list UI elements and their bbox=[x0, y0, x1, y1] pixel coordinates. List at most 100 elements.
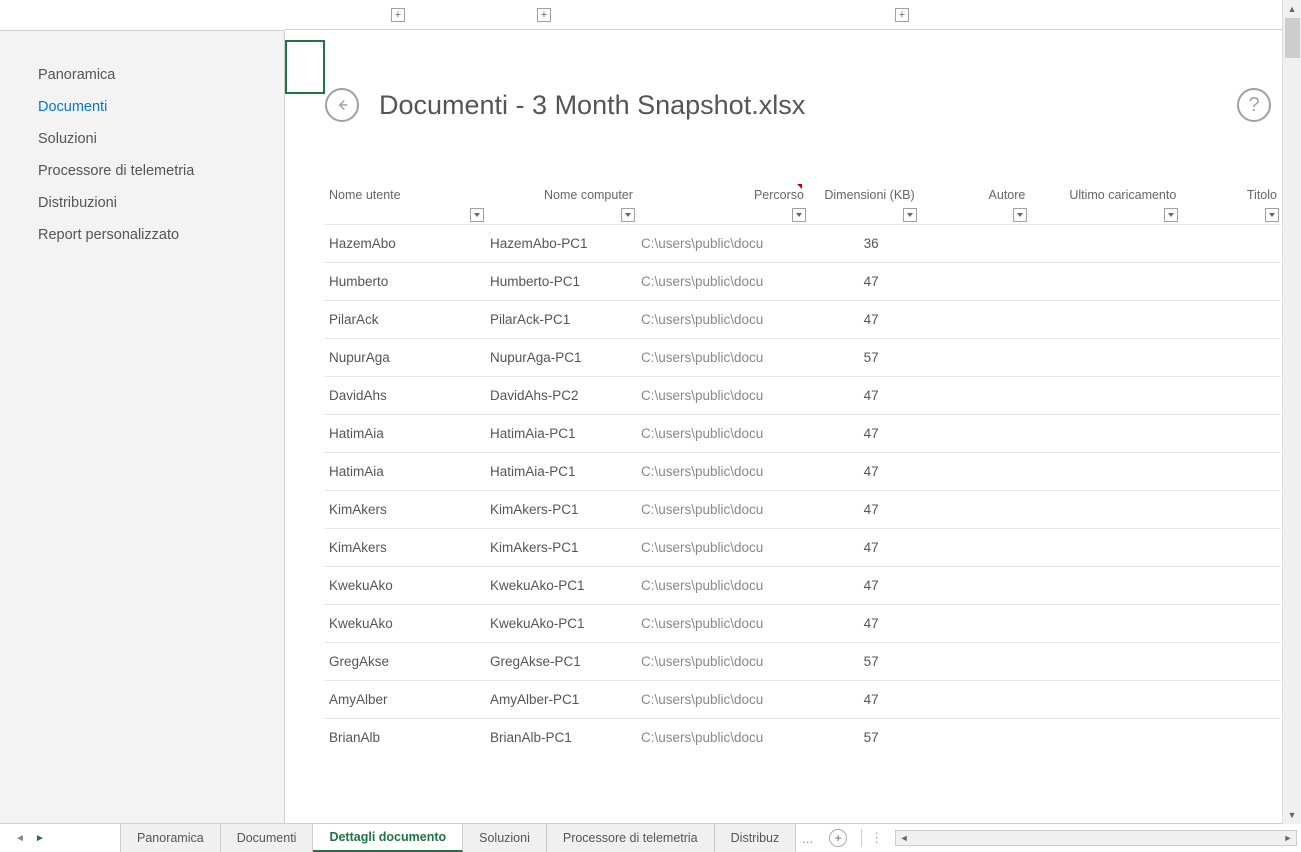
cell[interactable] bbox=[919, 681, 1030, 719]
cell[interactable]: HatimAia-PC1 bbox=[486, 453, 637, 491]
table-row[interactable]: KwekuAkoKwekuAko-PC1C:\users\public\docu… bbox=[325, 567, 1281, 605]
cell[interactable] bbox=[919, 719, 1030, 757]
cell[interactable]: AmyAlber bbox=[325, 681, 486, 719]
cell[interactable] bbox=[1180, 301, 1281, 339]
cell[interactable]: C:\users\public\docu bbox=[637, 453, 808, 491]
cell[interactable] bbox=[919, 605, 1030, 643]
cell[interactable] bbox=[1029, 301, 1180, 339]
cell[interactable]: 47 bbox=[808, 567, 919, 605]
cell[interactable]: PilarAck bbox=[325, 301, 486, 339]
filter-dropdown-icon[interactable] bbox=[903, 208, 917, 222]
cell[interactable] bbox=[919, 415, 1030, 453]
cell[interactable] bbox=[1180, 339, 1281, 377]
cell[interactable]: KimAkers-PC1 bbox=[486, 491, 637, 529]
cell[interactable] bbox=[1180, 681, 1281, 719]
table-row[interactable]: GregAkseGregAkse-PC1C:\users\public\docu… bbox=[325, 643, 1281, 681]
cell[interactable]: 57 bbox=[808, 339, 919, 377]
column-header-6[interactable]: Titolo bbox=[1180, 182, 1281, 225]
cell[interactable] bbox=[1180, 377, 1281, 415]
sidebar-item-0[interactable]: Panoramica bbox=[0, 59, 284, 91]
horizontal-scrollbar[interactable]: ◄ ► bbox=[895, 830, 1297, 846]
cell[interactable] bbox=[1029, 453, 1180, 491]
filter-dropdown-icon[interactable] bbox=[792, 208, 806, 222]
cell[interactable] bbox=[1029, 529, 1180, 567]
cell[interactable] bbox=[1180, 225, 1281, 263]
cell[interactable] bbox=[1029, 567, 1180, 605]
cell[interactable]: HatimAia bbox=[325, 415, 486, 453]
cell[interactable]: C:\users\public\docu bbox=[637, 529, 808, 567]
cell[interactable]: C:\users\public\docu bbox=[637, 263, 808, 301]
hscroll-right-button[interactable]: ► bbox=[1280, 831, 1296, 845]
sidebar-item-2[interactable]: Soluzioni bbox=[0, 123, 284, 155]
cell[interactable]: 47 bbox=[808, 453, 919, 491]
cell[interactable] bbox=[919, 453, 1030, 491]
cell[interactable]: HazemAbo-PC1 bbox=[486, 225, 637, 263]
sheet-tab-4[interactable]: Processore di telemetria bbox=[547, 824, 715, 852]
table-row[interactable]: HumbertoHumberto-PC1C:\users\public\docu… bbox=[325, 263, 1281, 301]
help-button[interactable]: ? bbox=[1237, 88, 1271, 122]
cell[interactable] bbox=[919, 263, 1030, 301]
tab-nav-prev[interactable]: ◄ bbox=[10, 824, 30, 852]
column-header-3[interactable]: Dimensioni (KB) bbox=[808, 182, 919, 225]
sheet-tab-2[interactable]: Dettagli documento bbox=[313, 824, 463, 852]
cell[interactable]: BrianAlb bbox=[325, 719, 486, 757]
vertical-scrollbar[interactable]: ▲ ▼ bbox=[1282, 0, 1301, 824]
cell[interactable] bbox=[919, 301, 1030, 339]
cell[interactable]: Humberto-PC1 bbox=[486, 263, 637, 301]
cell[interactable]: 47 bbox=[808, 491, 919, 529]
cell[interactable]: HatimAia bbox=[325, 453, 486, 491]
cell[interactable]: GregAkse bbox=[325, 643, 486, 681]
cell[interactable] bbox=[1180, 567, 1281, 605]
table-row[interactable]: PilarAckPilarAck-PC1C:\users\public\docu… bbox=[325, 301, 1281, 339]
cell[interactable] bbox=[1029, 643, 1180, 681]
cell[interactable]: 47 bbox=[808, 263, 919, 301]
cell[interactable] bbox=[1180, 719, 1281, 757]
filter-dropdown-icon[interactable] bbox=[470, 208, 484, 222]
cell[interactable] bbox=[919, 529, 1030, 567]
cell[interactable]: C:\users\public\docu bbox=[637, 377, 808, 415]
sidebar-item-5[interactable]: Report personalizzato bbox=[0, 219, 284, 251]
table-row[interactable]: KimAkersKimAkers-PC1C:\users\public\docu… bbox=[325, 491, 1281, 529]
table-row[interactable]: KwekuAkoKwekuAko-PC1C:\users\public\docu… bbox=[325, 605, 1281, 643]
sheet-tab-3[interactable]: Soluzioni bbox=[463, 824, 547, 852]
cell[interactable]: 36 bbox=[808, 225, 919, 263]
cell[interactable]: KimAkers bbox=[325, 529, 486, 567]
cell[interactable] bbox=[1180, 453, 1281, 491]
cell[interactable]: C:\users\public\docu bbox=[637, 225, 808, 263]
cell[interactable]: C:\users\public\docu bbox=[637, 719, 808, 757]
filter-dropdown-icon[interactable] bbox=[621, 208, 635, 222]
filter-dropdown-icon[interactable] bbox=[1013, 208, 1027, 222]
add-sheet-button[interactable]: + bbox=[829, 829, 847, 847]
cell[interactable] bbox=[1029, 263, 1180, 301]
cell[interactable]: 47 bbox=[808, 605, 919, 643]
cell[interactable]: BrianAlb-PC1 bbox=[486, 719, 637, 757]
cell[interactable]: GregAkse-PC1 bbox=[486, 643, 637, 681]
column-header-5[interactable]: Ultimo caricamento bbox=[1029, 182, 1180, 225]
cell[interactable]: PilarAck-PC1 bbox=[486, 301, 637, 339]
cell[interactable]: 47 bbox=[808, 681, 919, 719]
cell[interactable]: C:\users\public\docu bbox=[637, 301, 808, 339]
cell[interactable] bbox=[919, 643, 1030, 681]
cell[interactable]: 47 bbox=[808, 377, 919, 415]
cell[interactable] bbox=[1029, 719, 1180, 757]
cell[interactable] bbox=[919, 377, 1030, 415]
cell[interactable]: NupurAga-PC1 bbox=[486, 339, 637, 377]
cell[interactable]: KwekuAko-PC1 bbox=[486, 567, 637, 605]
hscroll-left-button[interactable]: ◄ bbox=[896, 831, 912, 845]
column-header-1[interactable]: Nome computer bbox=[486, 182, 637, 225]
scroll-thumb[interactable] bbox=[1285, 18, 1300, 58]
sheet-tab-5[interactable]: Distribuz bbox=[715, 824, 797, 852]
cell[interactable]: KimAkers bbox=[325, 491, 486, 529]
sidebar-item-1[interactable]: Documenti bbox=[0, 91, 284, 123]
tab-options-icon[interactable]: ⋮ bbox=[866, 830, 887, 846]
cell[interactable]: C:\users\public\docu bbox=[637, 339, 808, 377]
filter-dropdown-icon[interactable] bbox=[1164, 208, 1178, 222]
table-row[interactable]: HatimAiaHatimAia-PC1C:\users\public\docu… bbox=[325, 415, 1281, 453]
column-header-4[interactable]: Autore bbox=[919, 182, 1030, 225]
back-button[interactable] bbox=[325, 88, 359, 122]
cell[interactable]: DavidAhs-PC2 bbox=[486, 377, 637, 415]
table-row[interactable]: AmyAlberAmyAlber-PC1C:\users\public\docu… bbox=[325, 681, 1281, 719]
table-row[interactable]: NupurAgaNupurAga-PC1C:\users\public\docu… bbox=[325, 339, 1281, 377]
cell[interactable] bbox=[1180, 605, 1281, 643]
cell[interactable] bbox=[1029, 225, 1180, 263]
